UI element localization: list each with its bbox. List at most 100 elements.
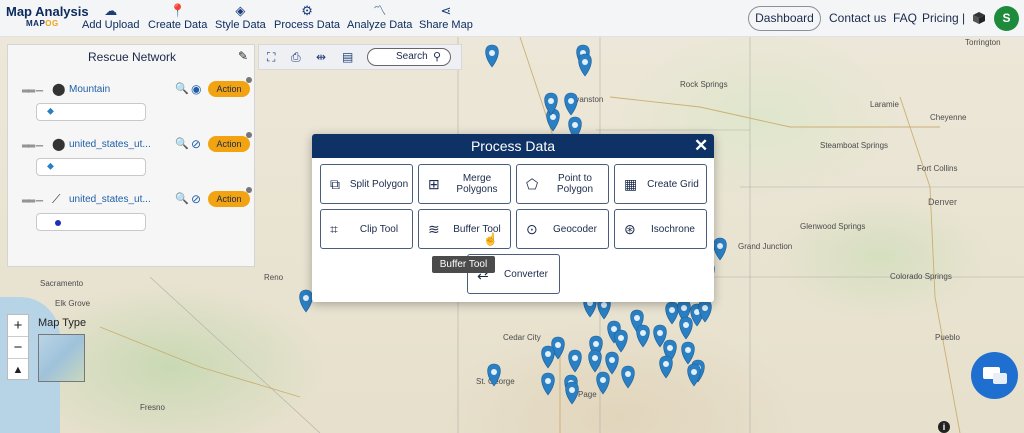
zoom-out-button[interactable]: −: [8, 337, 28, 359]
map-label-cheyenne: Cheyenne: [930, 113, 967, 122]
cube-icon[interactable]: [972, 11, 986, 25]
compass-button[interactable]: ▲: [8, 359, 28, 381]
layers-icon: ≋: [428, 221, 440, 237]
print-icon[interactable]: ⎙: [291, 50, 301, 65]
nav-style-data[interactable]: ◈ Style Data: [215, 3, 266, 31]
map-label-grand-junction: Grand Junction: [738, 242, 793, 251]
drag-handle-icon[interactable]: ══ ─: [22, 196, 43, 207]
layer-action-button[interactable]: Action: [208, 81, 250, 97]
process-data-modal: Process Data ✕ ⧉ Split Polygon ⊞ Merge P…: [312, 134, 714, 302]
layer-row[interactable]: ══ ─ ⬤ united_states_ut... 🔍 ⊘ Action: [22, 132, 252, 155]
split-polygon-icon: ⧉: [330, 176, 340, 192]
eye-icon[interactable]: ◉: [191, 82, 201, 96]
layer-action-button[interactable]: Action: [208, 191, 250, 207]
eye-slash-icon[interactable]: ⊘: [191, 192, 201, 206]
map-pin-icon: ⬤: [52, 82, 66, 96]
map-label-glenwood: Glenwood Springs: [800, 222, 866, 231]
map-label-pueblo: Pueblo: [935, 333, 960, 342]
zoom-to-layer-icon[interactable]: 🔍: [175, 137, 189, 150]
map-label-rock-springs: Rock Springs: [680, 80, 728, 89]
layer-name[interactable]: united_states_ut...: [69, 139, 151, 150]
search-input[interactable]: Search ⚲: [367, 48, 451, 66]
fullscreen-icon[interactable]: ⛶: [267, 50, 275, 65]
tool-label: Clip Tool: [359, 223, 399, 235]
eye-slash-icon[interactable]: ⊘: [191, 137, 201, 151]
pencil-icon[interactable]: ✎: [238, 49, 248, 63]
map-type-label: Map Type: [38, 317, 87, 329]
cloud-upload-icon: ☁: [104, 3, 118, 18]
map-label-st-george: St. George: [476, 377, 515, 386]
pricing-link[interactable]: Pricing |: [922, 11, 965, 25]
tool-create-grid[interactable]: ▦ Create Grid: [614, 164, 707, 204]
user-avatar[interactable]: S: [994, 6, 1019, 31]
tool-label: Converter: [504, 268, 548, 280]
map-label-steamboat: Steamboat Springs: [820, 141, 889, 150]
point-symbol-icon: [55, 220, 61, 226]
contact-link[interactable]: Contact us: [829, 11, 886, 25]
map-label-elk-grove: Elk Grove: [55, 299, 91, 308]
layer-legend[interactable]: [36, 213, 146, 231]
close-icon[interactable]: ✕: [694, 136, 708, 156]
nav-analyze-data-label: Analyze Data: [347, 19, 413, 31]
nav-style-data-label: Style Data: [215, 19, 266, 31]
layer-name[interactable]: united_states_ut...: [69, 194, 151, 205]
map-label-evanston: Evanston: [570, 95, 604, 104]
panel-title: Rescue Network: [87, 50, 177, 64]
zoom-to-layer-icon[interactable]: 🔍: [175, 82, 189, 95]
tool-clip[interactable]: ⌗ Clip Tool: [320, 209, 413, 249]
faq-link[interactable]: FAQ: [893, 11, 917, 25]
search-icon[interactable]: ⚲: [433, 50, 441, 63]
tool-geocoder[interactable]: ⊙ Geocoder: [516, 209, 609, 249]
merge-polygons-icon: ⊞: [428, 176, 440, 192]
isochrone-icon: ⊛: [624, 221, 636, 237]
dashboard-button[interactable]: Dashboard: [748, 6, 821, 31]
nav-add-upload[interactable]: ☁ Add Upload: [82, 3, 140, 31]
map-label-fresno: Fresno: [140, 403, 165, 412]
nav-create-data-label: Create Data: [148, 19, 208, 31]
polyline-icon: ⟋: [52, 192, 61, 206]
app-logo[interactable]: Map Analysis MAPOG: [6, 4, 89, 28]
layer-panel: Rescue Network ✎ ══ ─ ⬤ Mountain 🔍 ◉ Act…: [7, 44, 255, 267]
nav-create-data[interactable]: 📍 Create Data: [148, 3, 207, 31]
tool-label: Create Grid: [647, 178, 699, 190]
status-dot: [246, 77, 252, 83]
map-pin-icon: ⬥: [47, 106, 54, 117]
tool-point-to-polygon[interactable]: ⬠ Point to Polygon: [516, 164, 609, 204]
drag-handle-icon[interactable]: ══ ─: [22, 86, 43, 97]
status-dot: [246, 132, 252, 138]
layer-legend[interactable]: ⬥: [36, 103, 146, 121]
tool-split-polygon[interactable]: ⧉ Split Polygon: [320, 164, 413, 204]
info-icon[interactable]: i: [938, 421, 950, 433]
comment-icon[interactable]: ▤: [342, 50, 353, 64]
layer-legend[interactable]: ⬥: [36, 158, 146, 176]
map-label-colorado-springs: Colorado Springs: [890, 272, 952, 281]
nav-add-upload-label: Add Upload: [82, 19, 140, 31]
zoom-to-layer-icon[interactable]: 🔍: [175, 192, 189, 205]
nav-process-data[interactable]: ⚙ Process Data: [274, 3, 340, 31]
nav-share-map[interactable]: ⋖ Share Map: [419, 3, 473, 31]
grid-icon: ▦: [624, 176, 638, 192]
paint-bucket-icon: ◈: [235, 3, 246, 18]
nav-analyze-data[interactable]: 〽 Analyze Data: [347, 3, 412, 31]
map-label-page: Page: [578, 390, 597, 399]
map-type-thumbnail[interactable]: [38, 334, 85, 382]
tool-isochrone[interactable]: ⊛ Isochrone: [614, 209, 707, 249]
point-to-polygon-icon: ⬠: [526, 176, 539, 192]
zoom-in-button[interactable]: +: [8, 315, 28, 337]
layer-name[interactable]: Mountain: [69, 84, 110, 95]
zoom-controls: + − ▲: [7, 314, 29, 380]
layer-row[interactable]: ══ ─ ⟋ united_states_ut... 🔍 ⊘ Action: [22, 187, 252, 210]
process-icon: ⚙: [301, 3, 313, 18]
app-sub-suffix: OG: [45, 19, 59, 28]
chat-button[interactable]: [971, 352, 1018, 399]
measure-icon[interactable]: ⇹: [316, 50, 326, 64]
map-label-reno: Reno: [264, 273, 284, 282]
layer-row[interactable]: ══ ─ ⬤ Mountain 🔍 ◉ Action: [22, 77, 252, 100]
drag-handle-icon[interactable]: ══ ─: [22, 141, 43, 152]
layer-action-button[interactable]: Action: [208, 136, 250, 152]
tool-merge-polygons[interactable]: ⊞ Merge Polygons: [418, 164, 511, 204]
tool-label: Buffer Tool: [453, 223, 501, 235]
modal-title: Process Data: [470, 138, 556, 154]
tool-label: Split Polygon: [349, 178, 409, 190]
modal-header: Process Data ✕: [312, 134, 714, 158]
